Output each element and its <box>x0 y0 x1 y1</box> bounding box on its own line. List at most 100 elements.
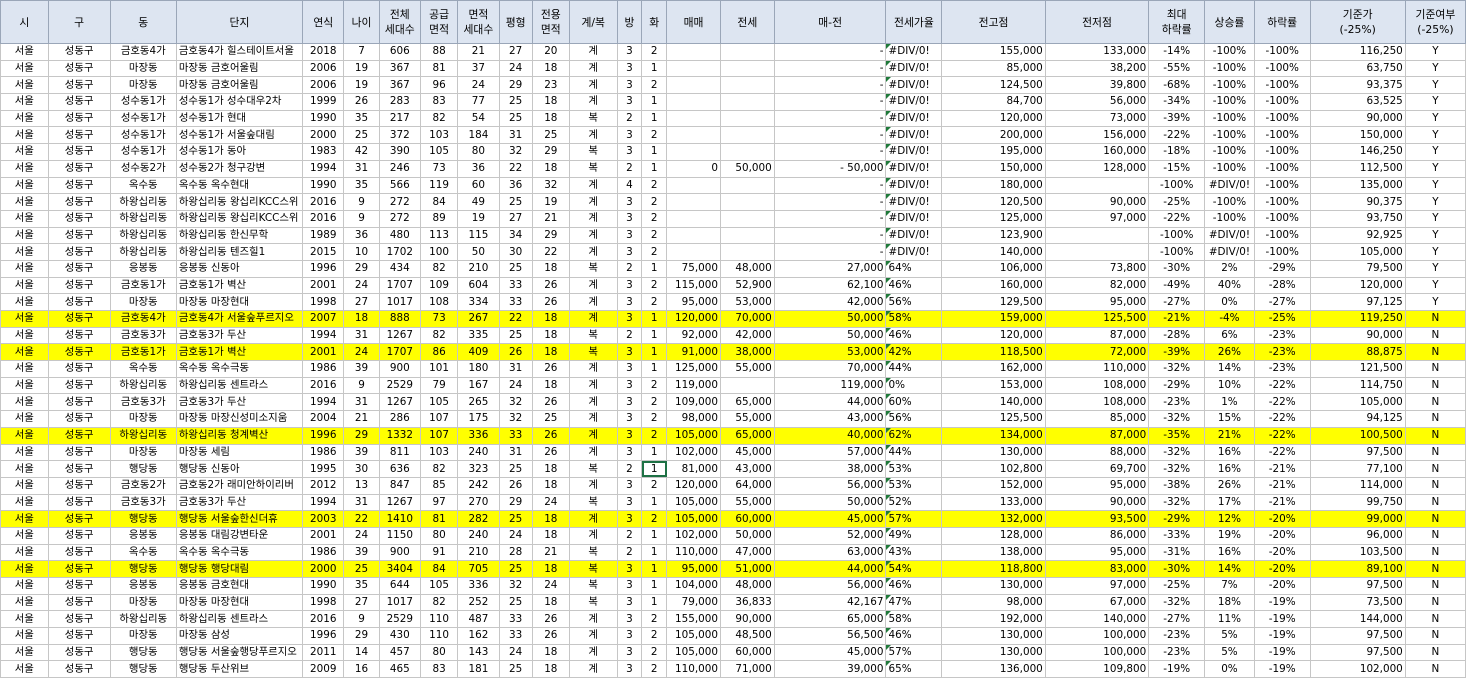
cell-type[interactable]: 계 <box>568 293 618 311</box>
cell-dong[interactable]: 옥수동 <box>109 176 177 195</box>
cell-area-households[interactable]: 267 <box>457 310 500 328</box>
cell-type[interactable]: 계 <box>568 310 618 328</box>
cell-type[interactable]: 계 <box>568 393 618 412</box>
cell-age[interactable]: 29 <box>343 426 380 445</box>
cell-jeonse-price[interactable]: 47,000 <box>719 543 775 562</box>
cell-total-households[interactable]: 900 <box>378 543 421 562</box>
cell-dong[interactable]: 금호동3가 <box>109 326 177 345</box>
cell-city[interactable]: 서울 <box>0 443 49 462</box>
cell-pyeong[interactable]: 25 <box>498 109 533 128</box>
cell-supply-area[interactable]: 82 <box>419 326 459 345</box>
cell-age[interactable]: 7 <box>343 43 380 61</box>
table-row[interactable]: 서울 성동구 하왕십리동 하왕십리동 센트라스 2016 9 2529 79 167 24 18 계 3… <box>0 376 1467 395</box>
cell-base-price[interactable]: 112,500 <box>1309 159 1406 178</box>
cell-max-drop-rate[interactable]: -32% <box>1148 410 1206 428</box>
cell-age[interactable]: 27 <box>343 593 380 612</box>
cell-age[interactable]: 31 <box>343 393 380 412</box>
cell-city[interactable]: 서울 <box>0 577 49 595</box>
cell-area-households[interactable]: 240 <box>457 526 500 545</box>
cell-jeonse-price[interactable] <box>719 76 775 95</box>
cell-supply-area[interactable]: 109 <box>419 276 459 295</box>
cell-max-drop-rate[interactable]: -21% <box>1148 310 1206 328</box>
cell-baths[interactable]: 1 <box>641 59 668 78</box>
cell-age[interactable]: 35 <box>343 109 380 128</box>
cell-sale-minus-jeonse[interactable]: 56,000 <box>773 476 887 495</box>
table-row[interactable]: 서울 성동구 옥수동 옥수동 옥수극동 1986 39 900 101 180 31 26 계 3 1 12… <box>0 360 1467 378</box>
cell-jeonse-price[interactable]: 65,000 <box>719 426 775 445</box>
cell-city[interactable]: 서울 <box>0 93 49 111</box>
cell-jeonse-price[interactable]: 60,000 <box>719 510 775 528</box>
cell-year-built[interactable]: 1989 <box>302 226 345 245</box>
cell-sale-price[interactable]: 79,000 <box>666 593 721 612</box>
cell-sale-price[interactable] <box>666 176 721 195</box>
cell-dong[interactable]: 금호동4가 <box>109 43 177 61</box>
cell-sale-minus-jeonse[interactable]: 44,000 <box>773 560 887 578</box>
cell-exclusive-area[interactable]: 18 <box>531 93 570 111</box>
cell-sale-minus-jeonse[interactable]: - <box>773 93 887 111</box>
cell-previous-high[interactable]: 120,500 <box>941 193 1046 211</box>
cell-type[interactable]: 계 <box>568 376 618 395</box>
cell-sale-minus-jeonse[interactable]: 70,000 <box>773 360 887 378</box>
table-row[interactable]: 서울 성동구 마장동 마장동 금호어울림 2006 19 367 81 37 24 18 계 3 1 - #D… <box>0 59 1467 78</box>
cell-city[interactable]: 서울 <box>0 343 49 362</box>
cell-pyeong[interactable]: 25 <box>498 510 533 528</box>
cell-rise-rate[interactable]: -100% <box>1204 193 1255 211</box>
cell-base-flag[interactable]: Y <box>1404 176 1467 195</box>
cell-year-built[interactable]: 2001 <box>302 526 345 545</box>
cell-base-price[interactable]: 120,000 <box>1309 276 1406 295</box>
cell-exclusive-area[interactable]: 26 <box>531 627 570 645</box>
cell-previous-high[interactable]: 118,800 <box>941 560 1046 578</box>
cell-previous-low[interactable]: 133,000 <box>1044 43 1150 61</box>
cell-total-households[interactable]: 1017 <box>378 293 421 311</box>
cell-drop-rate[interactable]: -19% <box>1253 610 1311 629</box>
table-row[interactable]: 서울 성동구 마장동 마장동 세림 1986 39 811 103 240 31 26 계 3 1 102,… <box>0 443 1467 462</box>
cell-supply-area[interactable]: 105 <box>419 143 459 161</box>
cell-pyeong[interactable]: 28 <box>498 543 533 562</box>
cell-year-built[interactable]: 2003 <box>302 510 345 528</box>
cell-area-households[interactable]: 54 <box>457 109 500 128</box>
cell-base-price[interactable]: 144,000 <box>1309 610 1406 629</box>
cell-supply-area[interactable]: 82 <box>419 109 459 128</box>
cell-base-price[interactable]: 90,375 <box>1309 193 1406 211</box>
cell-supply-area[interactable]: 110 <box>419 610 459 629</box>
cell-base-flag[interactable]: N <box>1404 343 1467 362</box>
cell-complex[interactable]: 하왕십리동 센트라스 <box>175 376 304 395</box>
col-header[interactable]: 기준여부 (-25%) <box>1404 0 1467 44</box>
cell-baths[interactable]: 1 <box>641 560 668 578</box>
cell-previous-high[interactable]: 84,700 <box>941 93 1046 111</box>
cell-baths[interactable]: 2 <box>641 627 668 645</box>
cell-pyeong[interactable]: 31 <box>498 443 533 462</box>
table-row[interactable]: 서울 성동구 성수동1가 성수동1가 성수대우2차 1999 26 283 83 77 25 18 계… <box>0 93 1467 111</box>
cell-previous-low[interactable]: 95,000 <box>1044 476 1150 495</box>
cell-district[interactable]: 성동구 <box>47 610 111 629</box>
cell-year-built[interactable]: 1990 <box>302 176 345 195</box>
cell-year-built[interactable]: 2000 <box>302 126 345 145</box>
cell-max-drop-rate[interactable]: -29% <box>1148 510 1206 528</box>
cell-area-households[interactable]: 210 <box>457 259 500 278</box>
cell-base-flag[interactable]: Y <box>1404 109 1467 128</box>
cell-exclusive-area[interactable]: 24 <box>531 493 570 512</box>
cell-jeonse-price[interactable] <box>719 226 775 245</box>
cell-sale-minus-jeonse[interactable]: 43,000 <box>773 410 887 428</box>
cell-complex[interactable]: 하왕십리동 한신무학 <box>175 226 304 245</box>
cell-year-built[interactable]: 2006 <box>302 76 345 95</box>
cell-sale-minus-jeonse[interactable]: 42,167 <box>773 593 887 612</box>
cell-year-built[interactable]: 2016 <box>302 209 345 228</box>
table-row[interactable]: 서울 성동구 옥수동 옥수동 옥수극동 1986 39 900 91 210 28 21 복 2 1 110… <box>0 543 1467 562</box>
cell-total-households[interactable]: 900 <box>378 360 421 378</box>
cell-base-flag[interactable]: Y <box>1404 259 1467 278</box>
cell-rooms[interactable]: 3 <box>616 343 643 362</box>
cell-complex[interactable]: 성수동2가 청구강변 <box>175 159 304 178</box>
col-header[interactable]: 전고점 <box>941 0 1046 44</box>
cell-base-flag[interactable]: Y <box>1404 43 1467 61</box>
cell-previous-low[interactable]: 72,000 <box>1044 343 1150 362</box>
cell-rooms[interactable]: 2 <box>616 543 643 562</box>
cell-previous-high[interactable]: 195,000 <box>941 143 1046 161</box>
cell-sale-price[interactable]: 105,000 <box>666 426 721 445</box>
cell-pyeong[interactable]: 31 <box>498 126 533 145</box>
col-header[interactable]: 화 <box>641 0 668 44</box>
cell-city[interactable]: 서울 <box>0 126 49 145</box>
cell-district[interactable]: 성동구 <box>47 660 111 679</box>
cell-drop-rate[interactable]: -22% <box>1253 376 1311 395</box>
cell-sale-minus-jeonse[interactable]: - <box>773 143 887 161</box>
